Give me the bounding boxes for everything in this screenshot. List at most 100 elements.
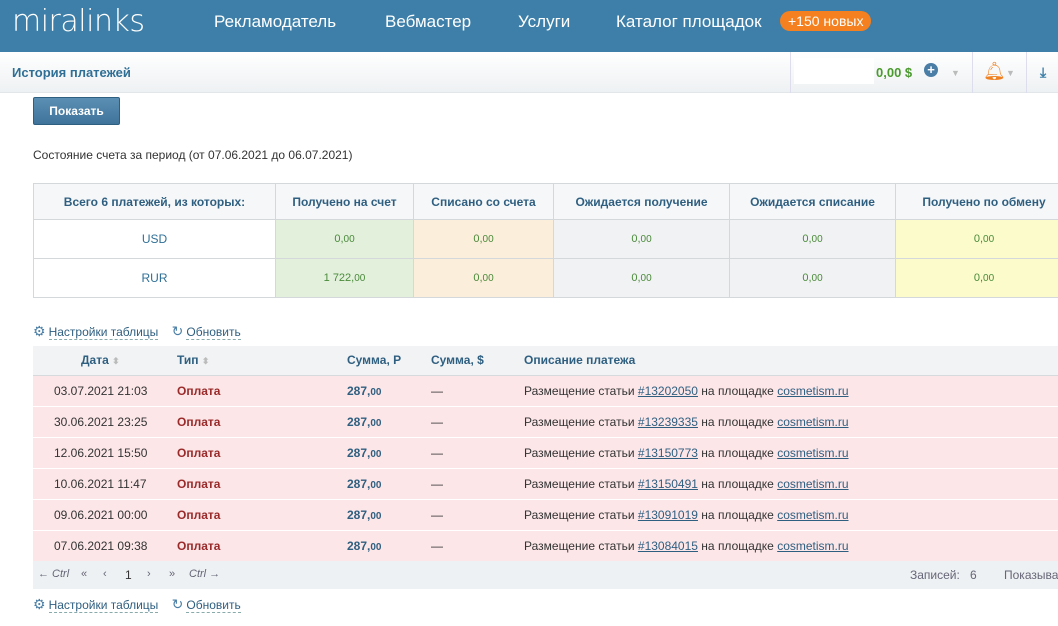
payment-sum-rub: 287,00 <box>330 406 420 438</box>
summary-cell: 0,00 <box>895 258 1058 298</box>
summary-header: Ожидается получение <box>553 183 730 220</box>
records-count: 6 <box>970 568 977 582</box>
nav-advertiser[interactable]: Рекламодатель <box>214 12 336 32</box>
refresh-icon[interactable]: ↻ <box>172 323 184 339</box>
payment-date: 09.06.2021 00:00 <box>33 499 160 531</box>
article-link[interactable]: #13150773 <box>638 446 698 460</box>
site-link[interactable]: cosmetism.ru <box>777 477 848 491</box>
balance-box <box>794 58 874 84</box>
site-link[interactable]: cosmetism.ru <box>777 508 848 522</box>
site-link[interactable]: cosmetism.ru <box>777 384 848 398</box>
new-sites-badge[interactable]: +150 новых <box>780 11 872 31</box>
table-row: 30.06.2021 23:25 Оплата 287,00 — Размеще… <box>33 406 1058 438</box>
prev-page-button[interactable]: ‹ <box>103 568 107 580</box>
showing-label: Показыва <box>1004 568 1058 582</box>
column-sum-usd: Сумма, $ <box>420 346 510 376</box>
site-link[interactable]: cosmetism.ru <box>777 446 848 460</box>
payment-description: Размещение статьи #13202050 на площадке … <box>510 375 1058 407</box>
summary-row-rur: RUR 1 722,00 0,00 0,00 0,00 0,00 <box>33 258 1058 298</box>
period-text: Состояние счета за период (от 07.06.2021… <box>33 148 353 162</box>
payment-type: Оплата <box>160 437 330 469</box>
article-link[interactable]: #13091019 <box>638 508 698 522</box>
nav-webmaster[interactable]: Вебмастер <box>385 12 471 32</box>
table-row: 09.06.2021 00:00 Оплата 287,00 — Размеще… <box>33 499 1058 531</box>
payment-date: 10.06.2021 11:47 <box>33 468 160 500</box>
article-link[interactable]: #13202050 <box>638 384 698 398</box>
currency-label: RUR <box>33 258 276 298</box>
summary-cell: 1 722,00 <box>275 258 414 298</box>
gear-icon[interactable]: ⚙ <box>33 323 46 339</box>
site-link[interactable]: cosmetism.ru <box>777 415 848 429</box>
summary-cell: 0,00 <box>729 258 896 298</box>
article-link[interactable]: #13239335 <box>638 415 698 429</box>
article-link[interactable]: #13150491 <box>638 477 698 491</box>
payment-date: 07.06.2021 09:38 <box>33 530 160 562</box>
nav-catalog[interactable]: Каталог площадок <box>616 12 762 32</box>
table-settings-link[interactable]: Настройки таблицы <box>48 598 159 613</box>
table-toolbar-bottom: ⚙ Настройки таблицы ↻ Обновить <box>33 596 251 613</box>
summary-cell: 0,00 <box>413 219 554 259</box>
next-ctrl-hint: Ctrl → <box>189 568 221 580</box>
payment-sum-rub: 287,00 <box>330 437 420 469</box>
column-description: Описание платежа <box>510 346 1058 376</box>
nav-services[interactable]: Услуги <box>518 12 570 32</box>
site-link[interactable]: cosmetism.ru <box>777 539 848 553</box>
payment-description: Размещение статьи #13091019 на площадке … <box>510 499 1058 531</box>
table-row: 10.06.2021 11:47 Оплата 287,00 — Размеще… <box>33 468 1058 500</box>
summary-header: Списано со счета <box>413 183 554 220</box>
top-bar: miralinks Рекламодатель Вебмастер Услуги… <box>0 0 1058 52</box>
payment-sum-usd: — <box>420 499 510 531</box>
first-page-button[interactable]: « <box>81 568 87 580</box>
page-number[interactable]: 1 <box>125 568 132 582</box>
balance-widget: 0,00 $ + ▼ <box>790 52 973 93</box>
prev-ctrl-hint: ← Ctrl <box>38 568 70 580</box>
article-link[interactable]: #13084015 <box>638 539 698 553</box>
refresh-link[interactable]: Обновить <box>186 325 241 340</box>
column-type[interactable]: Тип ⬍ <box>160 346 330 376</box>
download-icon[interactable]: ⤓ <box>1040 64 1046 81</box>
payment-date: 30.06.2021 23:25 <box>33 406 160 438</box>
payment-description: Размещение статьи #13150773 на площадке … <box>510 437 1058 469</box>
refresh-link[interactable]: Обновить <box>186 598 241 613</box>
payment-description: Размещение статьи #13239335 на площадке … <box>510 406 1058 438</box>
payments-table: Дата ⬍ Тип ⬍ Сумма, Р Сумма, $ Описание … <box>33 346 1058 562</box>
refresh-icon[interactable]: ↻ <box>172 596 184 612</box>
summary-header: Ожидается списание <box>729 183 896 220</box>
summary-header: Получено по обмену <box>895 183 1058 220</box>
table-row: 12.06.2021 15:50 Оплата 287,00 — Размеще… <box>33 437 1058 469</box>
summary-cell: 0,00 <box>553 219 730 259</box>
column-date[interactable]: Дата ⬍ <box>33 346 160 376</box>
payment-sum-usd: — <box>420 375 510 407</box>
summary-header: Получено на счет <box>275 183 414 220</box>
bell-icon[interactable]: 🔔︎ <box>983 61 1006 82</box>
payment-type: Оплата <box>160 530 330 562</box>
sort-icon: ⬍ <box>112 356 120 367</box>
table-row: 07.06.2021 09:38 Оплата 287,00 — Размеще… <box>33 530 1058 562</box>
payment-date: 03.07.2021 21:03 <box>33 375 160 407</box>
table-settings-link[interactable]: Настройки таблицы <box>48 325 159 340</box>
gear-icon[interactable]: ⚙ <box>33 596 46 612</box>
column-sum-rub: Сумма, Р <box>330 346 420 376</box>
payment-sum-usd: — <box>420 437 510 469</box>
table-toolbar: ⚙ Настройки таблицы ↻ Обновить <box>33 323 251 340</box>
add-funds-icon[interactable]: + <box>924 63 938 77</box>
payment-description: Размещение статьи #13084015 на площадке … <box>510 530 1058 562</box>
payment-sum-rub: 287,00 <box>330 530 420 562</box>
balance-value[interactable]: 0,00 $ <box>876 65 912 80</box>
pagination-bar: ← Ctrl « ‹ 1 › » Ctrl → Записей: 6 Показ… <box>33 561 1058 589</box>
payment-sum-rub: 287,00 <box>330 499 420 531</box>
next-page-button[interactable]: › <box>147 568 151 580</box>
payment-type: Оплата <box>160 375 330 407</box>
chevron-down-icon[interactable]: ▼ <box>1006 68 1015 78</box>
chevron-down-icon[interactable]: ▼ <box>951 68 960 78</box>
show-button[interactable]: Показать <box>33 97 120 125</box>
summary-cell: 0,00 <box>413 258 554 298</box>
summary-table: Всего 6 платежей, из которых: Получено н… <box>33 183 1058 298</box>
summary-row-usd: USD 0,00 0,00 0,00 0,00 0,00 <box>33 219 1058 259</box>
subheader: История платежей 0,00 $ + ▼ 🔔︎ ▼ ⤓ <box>0 52 1058 93</box>
payment-sum-usd: — <box>420 468 510 500</box>
payment-sum-usd: — <box>420 406 510 438</box>
logo[interactable]: miralinks <box>12 4 145 39</box>
last-page-button[interactable]: » <box>169 568 175 580</box>
summary-cell: 0,00 <box>729 219 896 259</box>
